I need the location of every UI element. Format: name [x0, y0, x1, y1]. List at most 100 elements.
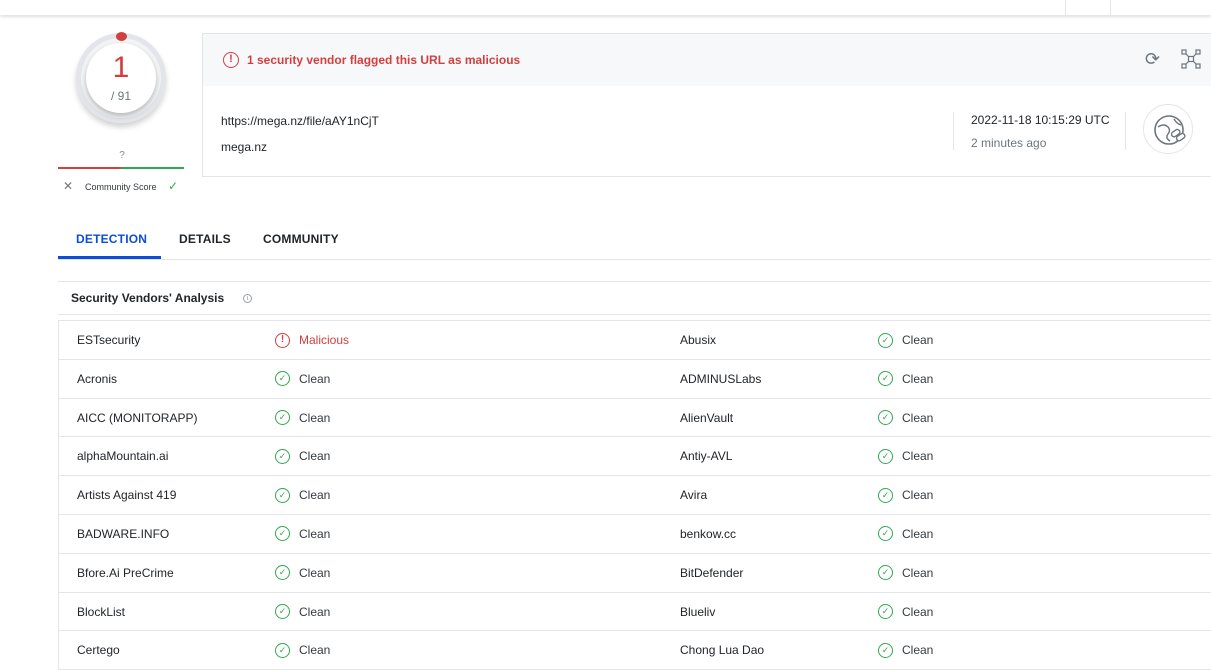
vendor-result: ✓ Clean	[275, 515, 330, 553]
top-toolbar	[0, 0, 1211, 15]
divider	[58, 281, 1211, 282]
table-row: BlockList ✓ Clean Blueliv ✓ Clean	[59, 593, 1211, 632]
result-label: Clean	[902, 371, 934, 386]
vendor-result: ✓ Clean	[878, 631, 933, 669]
section-title: Security Vendors' Analysis	[71, 291, 225, 305]
table-row: ESTsecurity ! Malicious Abusix ✓ Clean	[59, 321, 1211, 360]
close-icon[interactable]: ✕	[63, 179, 73, 193]
vendor-result: ✓ Clean	[275, 593, 330, 631]
vendor-result: ✓ Clean	[878, 360, 933, 398]
check-circle-icon: ✓	[878, 332, 893, 348]
vendor-name: Abusix	[680, 333, 717, 347]
check-circle-icon: ✓	[275, 604, 290, 620]
vendor-result: ✓ Clean	[275, 437, 330, 475]
check-circle-icon: ✓	[878, 487, 893, 503]
vendor-result: ✓ Clean	[878, 515, 933, 553]
check-circle-icon: ✓	[275, 410, 290, 426]
result-label: Clean	[902, 604, 934, 619]
score-indicator-dot	[116, 32, 127, 41]
alert-text: 1 security vendor flagged this URL as ma…	[247, 53, 521, 67]
result-label: Clean	[299, 526, 331, 541]
check-circle-icon: ✓	[275, 487, 290, 503]
check-circle-icon: ✓	[878, 410, 893, 426]
vendor-result: ✓ Clean	[275, 476, 330, 514]
scanned-domain[interactable]: mega.nz	[221, 140, 267, 154]
alert-banner: ! 1 security vendor flagged this URL as …	[203, 34, 1211, 86]
check-circle-icon: ✓	[878, 371, 893, 387]
result-label: Clean	[299, 643, 331, 658]
community-score-bar	[58, 167, 184, 169]
vendor-name: Bfore.Ai PreCrime	[77, 565, 174, 580]
result-label: Clean	[299, 410, 331, 425]
tab-community[interactable]: COMMUNITY	[263, 232, 339, 246]
detection-count: 1	[112, 51, 130, 84]
table-row: alphaMountain.ai ✓ Clean Antiy-AVL ✓ Clean	[59, 437, 1211, 477]
table-row: Acronis ✓ Clean ADMINUSLabs ✓ Clean	[59, 360, 1211, 399]
tab-details[interactable]: DETAILS	[179, 232, 231, 246]
detection-total: / 91	[110, 89, 131, 103]
vendor-result: ✓ Clean	[878, 437, 933, 475]
vendor-name: benkow.cc	[680, 526, 737, 541]
toolbar-divider	[1065, 0, 1066, 15]
result-label: Clean	[299, 449, 331, 464]
result-label: Clean	[299, 488, 331, 503]
divider	[953, 112, 954, 150]
vendor-result: ✓ Clean	[275, 360, 330, 398]
community-positive-bar	[121, 167, 184, 169]
divider	[58, 314, 1211, 315]
check-circle-icon: ✓	[878, 604, 893, 620]
vendor-result: ✓ Clean	[878, 554, 933, 592]
community-score-marker: ?	[119, 150, 125, 161]
scanned-url[interactable]: https://mega.nz/file/aAY1nCjT	[221, 114, 379, 128]
community-negative-bar	[58, 167, 121, 169]
detection-score-gauge: 1 / 91	[76, 32, 166, 123]
graph-icon[interactable]	[1181, 49, 1201, 69]
divider	[1125, 112, 1126, 150]
url-type-icon	[1143, 104, 1193, 154]
info-icon[interactable]: i	[243, 294, 252, 303]
alert-circle-icon: !	[223, 52, 239, 68]
tab-detection[interactable]: DETECTION	[76, 232, 147, 246]
vendor-name: Artists Against 419	[77, 488, 177, 503]
vendor-name: Certego	[77, 643, 120, 658]
vendor-name: BADWARE.INFO	[77, 526, 170, 541]
vendor-result: ✓ Clean	[878, 399, 933, 437]
vendor-name: Blueliv	[680, 604, 716, 619]
vendor-name: ESTsecurity	[77, 333, 141, 347]
vendor-name: BitDefender	[680, 565, 744, 580]
table-row: Artists Against 419 ✓ Clean Avira ✓ Clean	[59, 476, 1211, 515]
community-score-label: Community Score	[85, 182, 157, 192]
check-circle-icon: ✓	[878, 526, 893, 542]
analysis-date: 2022-11-18 10:15:29 UTC	[971, 113, 1110, 127]
vendor-result: ✓ Clean	[275, 554, 330, 592]
vendor-name: Avira	[680, 488, 708, 503]
vendors-table: ESTsecurity! Malicious Abusix ✓ Clean Acronis…	[58, 320, 1211, 670]
check-circle-icon: ✓	[275, 371, 290, 387]
check-icon[interactable]: ✓	[168, 179, 178, 193]
check-circle-icon: ✓	[878, 448, 893, 464]
vendor-result: ✓ Clean	[878, 321, 933, 359]
result-label: Clean	[902, 333, 934, 347]
result-label: Clean	[902, 410, 934, 425]
vendor-name: Chong Lua Dao	[680, 643, 765, 658]
vendor-name: ADMINUSLabs	[680, 371, 762, 386]
vendor-name: alphaMountain.ai	[77, 449, 169, 464]
vendor-name: Antiy-AVL	[680, 449, 733, 464]
check-circle-icon: ✓	[275, 448, 290, 464]
result-label: Clean	[902, 643, 934, 658]
tabs-divider	[58, 259, 1211, 260]
analysis-relative-time: 2 minutes ago	[971, 136, 1047, 150]
check-circle-icon: ✓	[275, 526, 290, 542]
vendor-name: AICC (MONITORAPP)	[77, 410, 198, 425]
vendor-result: ✓ Clean	[275, 399, 330, 437]
result-label: Clean	[902, 526, 934, 541]
vendor-name: AlienVault	[680, 410, 734, 425]
table-row: Bfore.Ai PreCrime ✓ Clean BitDefender ✓ Clean	[59, 554, 1211, 593]
result-label: Clean	[902, 565, 934, 580]
result-label: Clean	[902, 488, 934, 503]
result-label: Clean	[902, 449, 934, 464]
table-row: Certego ✓ Clean Chong Lua Dao ✓ Clean	[59, 631, 1211, 670]
summary-panel: ! 1 security vendor flagged this URL as …	[202, 33, 1211, 177]
reanalyze-icon[interactable]: ⟳	[1145, 49, 1160, 70]
vendor-result: ! Malicious	[275, 321, 349, 359]
